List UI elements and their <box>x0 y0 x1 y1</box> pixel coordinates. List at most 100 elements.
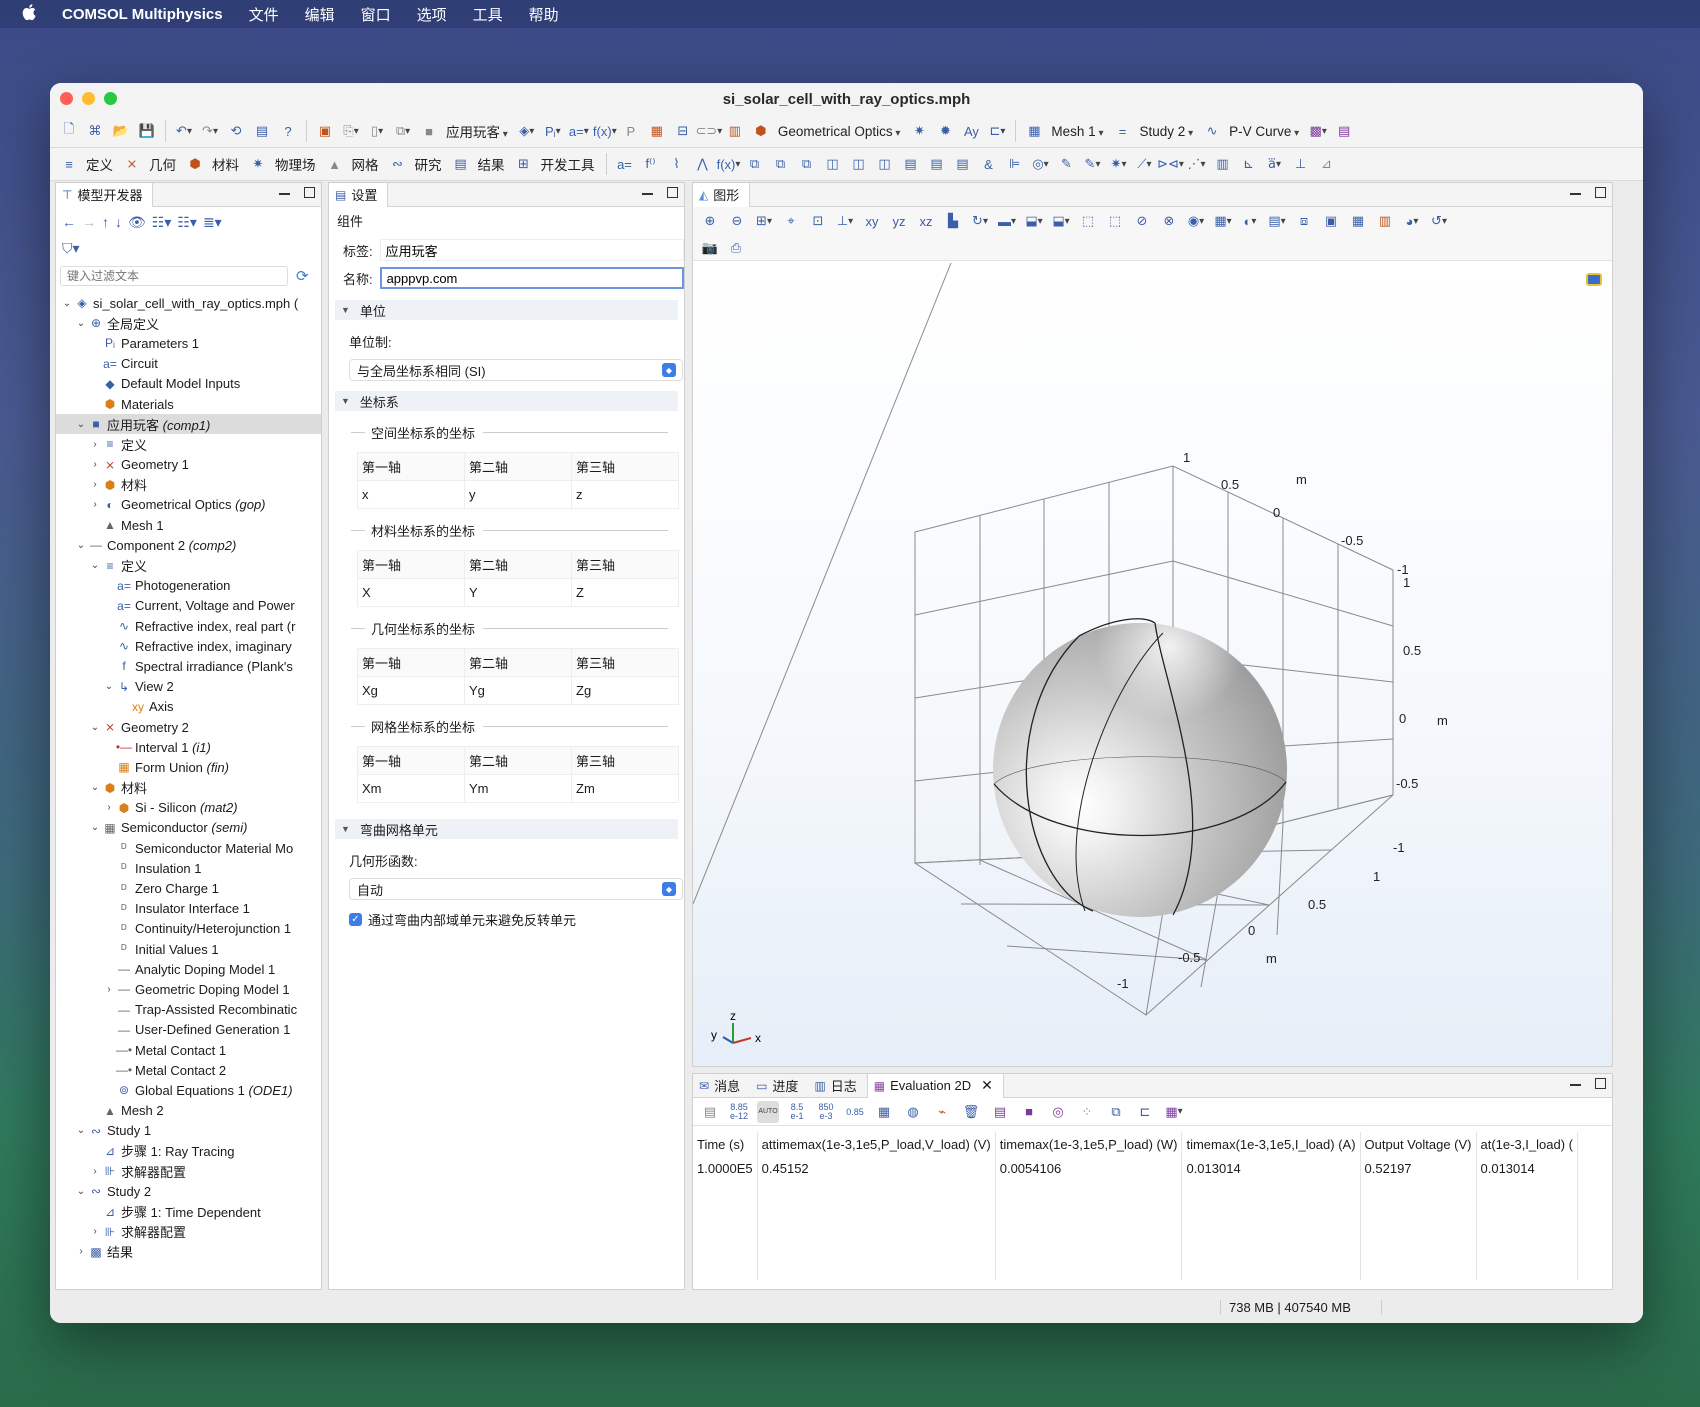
tree-photogeneration[interactable]: a= Photogeneration <box>56 576 321 596</box>
import-icon[interactable]: ⊟ <box>672 120 694 142</box>
reset-desktop-icon[interactable]: ⟲ <box>225 120 247 142</box>
expanded-chevron-icon[interactable]: ⌄ <box>74 419 88 430</box>
help-icon[interactable]: ? <box>277 120 299 142</box>
coord-value-cell[interactable]: X <box>357 578 465 607</box>
tab-materials[interactable]: 材料 <box>212 154 239 174</box>
precision-decimal-icon[interactable]: 0.85 <box>844 1101 866 1123</box>
tree-silicon[interactable]: › ⬢ Si - Silicon (mat2) <box>56 798 321 818</box>
tree-materials-global[interactable]: ⬢ Materials <box>56 394 321 414</box>
screenshot-icon[interactable]: 📷 <box>699 237 721 259</box>
expand-tree-icon[interactable]: ☷▾ <box>152 214 172 231</box>
coord-value-cell[interactable]: y <box>464 480 572 509</box>
zoom-in-icon[interactable]: ⊕ <box>699 210 721 232</box>
coord-value-cell[interactable]: Xg <box>357 676 465 705</box>
coord-value-cell[interactable]: Zm <box>571 774 679 803</box>
tree-geometry-2[interactable]: ⌄ ⨯ Geometry 2 <box>56 717 321 737</box>
tab-study[interactable]: 研究 <box>415 154 442 174</box>
table-column-header[interactable]: timemax(1e-3,1e5,I_load) (A) <box>1181 1132 1361 1156</box>
tree-comp1-definitions[interactable]: › ≡ 定义 <box>56 434 321 454</box>
expanded-chevron-icon[interactable]: ⌄ <box>88 560 102 571</box>
wireframe-icon[interactable]: ⧈ <box>1293 210 1315 232</box>
select-boundaries-icon[interactable]: ⬓ <box>1050 210 1072 232</box>
copy-icon[interactable]: ⎘ <box>340 120 362 142</box>
tree-solver-config-1[interactable]: › ⊪ 求解器配置 <box>56 1161 321 1181</box>
table-graph-icon[interactable]: ▤ <box>989 1101 1011 1123</box>
duplicate-icon[interactable]: ⧉ <box>392 120 414 142</box>
tree-initial-values[interactable]: ᴰ Initial Values 1 <box>56 939 321 959</box>
tree-results[interactable]: › ▩ 结果 <box>56 1242 321 1262</box>
menu-edit[interactable]: 编辑 <box>305 4 335 25</box>
scatter-icon[interactable]: ⁘ <box>1076 1101 1098 1123</box>
menu-help[interactable]: 帮助 <box>529 4 559 25</box>
pipe-icon[interactable]: ⟋ <box>1134 153 1156 175</box>
matrix-icon[interactable]: a⃛ <box>1264 153 1286 175</box>
expanded-chevron-icon[interactable]: ⌄ <box>102 681 116 692</box>
tab-messages[interactable]: ✉ 消息 <box>693 1074 750 1098</box>
tree-mesh-2[interactable]: ▲ Mesh 2 <box>56 1101 321 1121</box>
functions-icon[interactable]: f(x) <box>593 120 616 142</box>
table-column-header[interactable]: Time (s) <box>693 1132 758 1156</box>
bracket-icon[interactable]: ⊳⊲ <box>1157 153 1182 175</box>
tab-physics[interactable]: 物理场 <box>275 154 316 174</box>
table-cell[interactable]: 1.0000E5 <box>693 1156 758 1180</box>
tree-geometric-doping[interactable]: › — Geometric Doping Model 1 <box>56 979 321 999</box>
render-icon[interactable]: ▦ <box>1212 210 1234 232</box>
plot-settings-icon[interactable]: ▩ <box>1307 120 1329 142</box>
stop-icon[interactable]: ■ <box>418 120 440 142</box>
tree-insulation[interactable]: ᴰ Insulation 1 <box>56 858 321 878</box>
minimize-panel-icon[interactable] <box>642 193 653 195</box>
geom-shape-select[interactable]: 自动 ◆ <box>349 878 683 900</box>
grid-table-icon[interactable]: ▦ <box>873 1101 895 1123</box>
tab-developer[interactable]: 开发工具 <box>541 154 595 174</box>
precision-full-icon[interactable]: 8.85 e-12 <box>728 1101 750 1123</box>
coord-section-header[interactable]: ▼ 坐标系 <box>335 391 678 411</box>
add-material-icon[interactable]: ⬢ <box>750 120 772 142</box>
coord-value-cell[interactable]: Z <box>571 578 679 607</box>
plot-group-icon[interactable]: ▤ <box>1333 120 1355 142</box>
menu-window[interactable]: 窗口 <box>361 4 391 25</box>
xy-view-icon[interactable]: xy <box>861 210 883 232</box>
table-row[interactable]: 1.0000E5 0.45152 0.0054106 0.013014 0.52197 0… <box>693 1156 1578 1180</box>
tab-definitions[interactable]: 定义 <box>86 154 113 174</box>
table-cell[interactable]: 0.52197 <box>1360 1156 1477 1180</box>
color-table-icon[interactable]: ▥ <box>1374 210 1396 232</box>
deselect-icon[interactable]: ⬚ <box>1104 210 1126 232</box>
tree-continuity[interactable]: ᴰ Continuity/Heterojunction 1 <box>56 919 321 939</box>
transparency-icon[interactable]: ▤ <box>1266 210 1288 232</box>
tree-comp1-materials[interactable]: › ⬢ 材料 <box>56 475 321 495</box>
show-icon[interactable]: 👁 <box>128 214 146 231</box>
delete-icon[interactable]: 🗑 <box>960 1101 982 1123</box>
menu-tools[interactable]: 工具 <box>473 4 503 25</box>
avoid-inverted-checkbox[interactable]: ✓ <box>349 913 362 926</box>
tree-default-model-inputs[interactable]: ◆ Default Model Inputs <box>56 374 321 394</box>
copy-table-icon[interactable]: ⧉ <box>1105 1101 1127 1123</box>
list-options-icon[interactable]: ≣▾ <box>203 214 222 231</box>
tree-user-generation[interactable]: — User-Defined Generation 1 <box>56 1020 321 1040</box>
table-column-header[interactable]: timemax(1e-3,1e5,P_load) (W) <box>995 1132 1183 1156</box>
tree-step-time-dependent[interactable]: ⊿ 步骤 1: Time Dependent <box>56 1201 321 1221</box>
mesh-dropdown[interactable]: Mesh 1 <box>1051 124 1103 139</box>
save-icon[interactable]: 💾 <box>136 120 158 142</box>
coord-value-cell[interactable]: z <box>571 480 679 509</box>
maximize-panel-icon[interactable] <box>304 187 315 198</box>
expanded-chevron-icon[interactable]: ⌄ <box>74 318 88 329</box>
functions-dropdown-icon[interactable]: f(x) <box>717 153 740 175</box>
tree-geometry-1[interactable]: › ⨯ Geometry 1 <box>56 455 321 475</box>
selection-complement-icon[interactable]: ▤ <box>952 153 974 175</box>
selection-ball-icon[interactable]: ⧉ <box>796 153 818 175</box>
menu-file[interactable]: 文件 <box>249 4 279 25</box>
tab-evaluation-2d[interactable]: ▦ Evaluation 2D ✕ <box>866 1073 1004 1098</box>
parameters-icon[interactable]: Pᵢ <box>542 120 564 142</box>
zoom-out-icon[interactable]: ⊖ <box>726 210 748 232</box>
table-view-icon[interactable]: ▦ <box>1163 1101 1185 1123</box>
view-options-icon[interactable]: ◉ <box>1185 210 1207 232</box>
expanded-chevron-icon[interactable]: ⌄ <box>88 722 102 733</box>
coord-value-cell[interactable]: Yg <box>464 676 572 705</box>
minimize-window-button[interactable] <box>82 92 95 105</box>
tree-trap-assisted[interactable]: — Trap-Assisted Recombinatic <box>56 1000 321 1020</box>
tree-study-2[interactable]: ⌄ ∾ Study 2 <box>56 1181 321 1201</box>
mesh-grid-icon[interactable]: ▦ <box>1023 120 1045 142</box>
hide-icon[interactable]: ⊘ <box>1131 210 1153 232</box>
select-box-icon[interactable]: ⬚ <box>1077 210 1099 232</box>
tree-root-file[interactable]: ⌄ ◈ si_solar_cell_with_ray_optics.mph ( <box>56 293 321 313</box>
